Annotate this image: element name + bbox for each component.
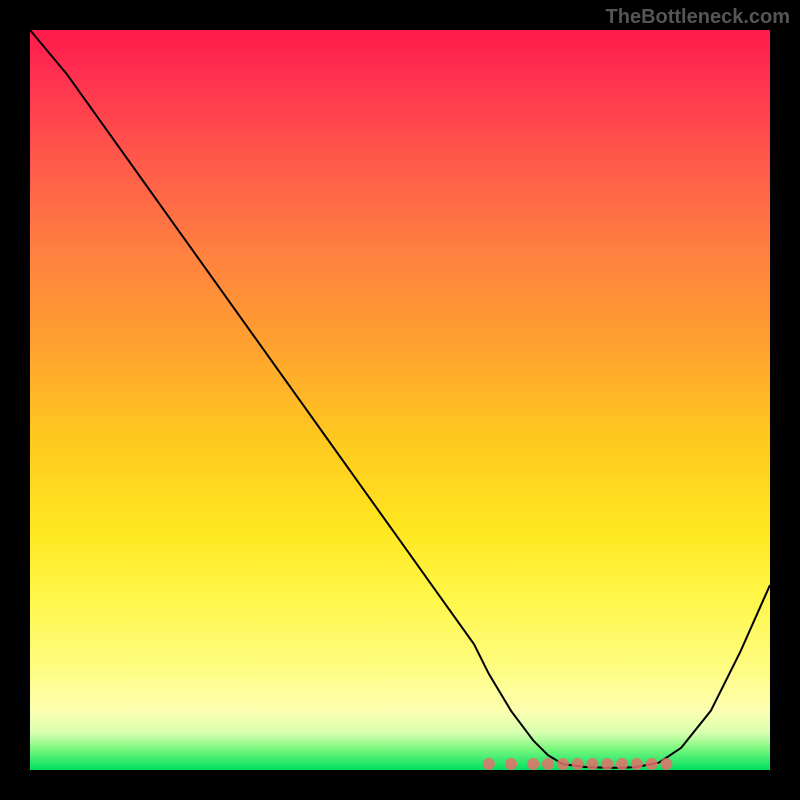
bottom-markers xyxy=(483,758,673,770)
marker-dot xyxy=(616,758,628,770)
marker-dot xyxy=(586,758,598,770)
marker-dot xyxy=(542,758,554,770)
marker-dot xyxy=(483,758,495,770)
marker-dot xyxy=(601,758,613,770)
marker-dot xyxy=(505,758,517,770)
chart-container: TheBottleneck.com xyxy=(0,0,800,800)
marker-dot xyxy=(572,758,584,770)
watermark-text: TheBottleneck.com xyxy=(606,6,790,29)
marker-dot xyxy=(557,758,569,770)
marker-dot xyxy=(631,758,643,770)
marker-dot xyxy=(660,758,672,770)
curve-svg xyxy=(30,30,770,770)
bottleneck-curve xyxy=(30,30,770,768)
plot-area xyxy=(30,30,770,770)
marker-dot xyxy=(527,758,539,770)
marker-dot xyxy=(646,758,658,770)
